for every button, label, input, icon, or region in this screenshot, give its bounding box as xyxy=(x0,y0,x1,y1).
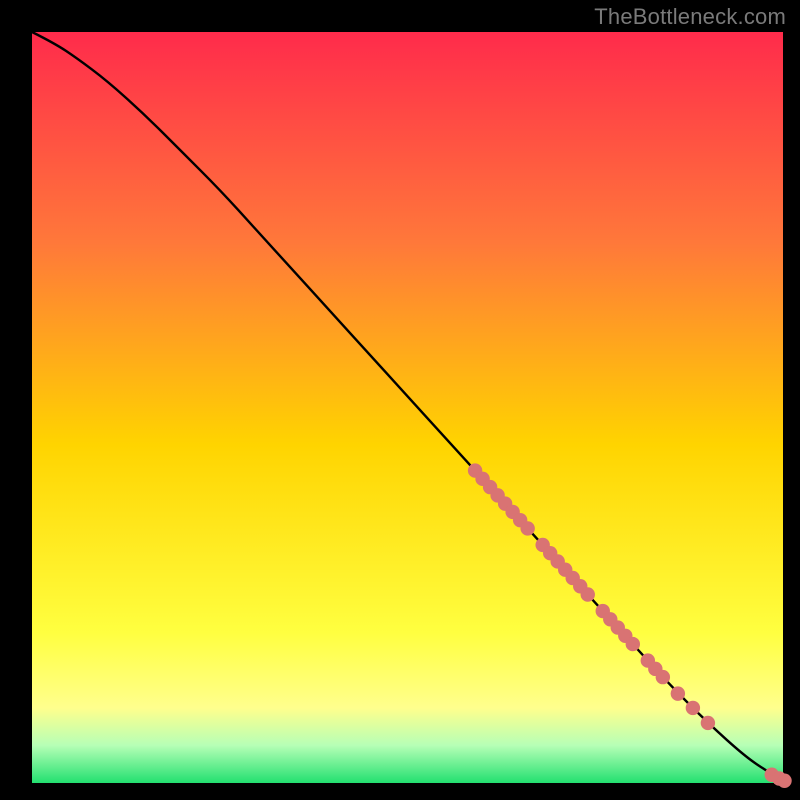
data-dot xyxy=(520,521,534,535)
attribution-text: TheBottleneck.com xyxy=(594,4,786,30)
data-dot xyxy=(671,686,685,700)
data-dot xyxy=(686,701,700,715)
chart-svg xyxy=(0,0,800,800)
data-dot xyxy=(777,774,791,788)
data-dot xyxy=(656,670,670,684)
data-dot xyxy=(626,637,640,651)
plot-background xyxy=(32,32,783,783)
data-dot xyxy=(581,587,595,601)
data-dot xyxy=(701,716,715,730)
chart-stage: TheBottleneck.com xyxy=(0,0,800,800)
